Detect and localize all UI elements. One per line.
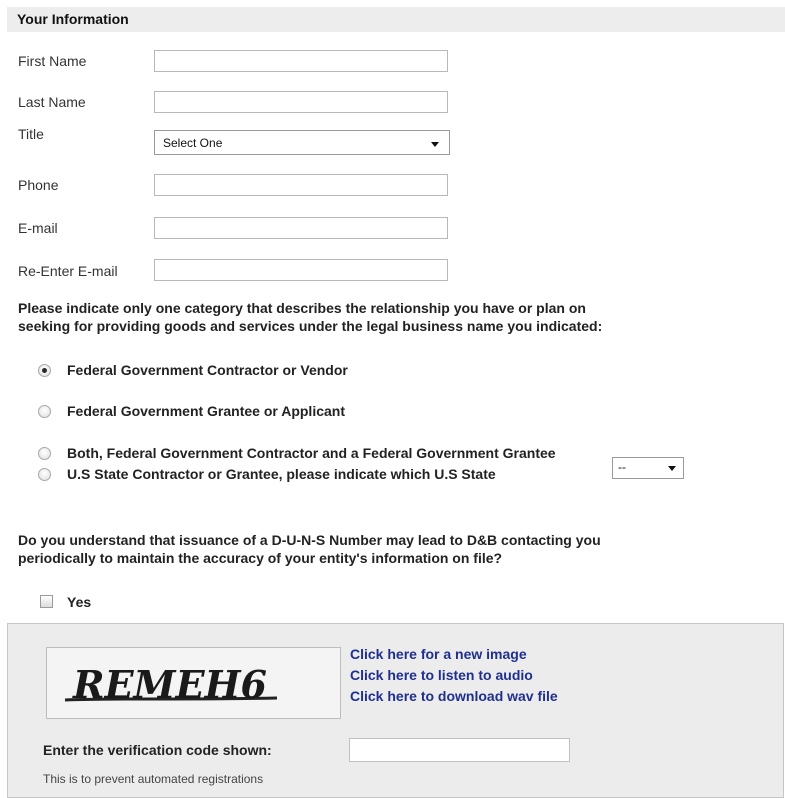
title-select-value: Select One (163, 136, 223, 150)
phone-label: Phone (18, 177, 59, 193)
last-name-input[interactable] (154, 91, 448, 113)
duns-question: Do you understand that issuance of a D-U… (18, 531, 778, 567)
category-question-line2: seeking for providing goods and services… (18, 318, 603, 334)
option-both-label: Both, Federal Government Contractor and … (67, 445, 556, 461)
option-contractor-label: Federal Government Contractor or Vendor (67, 362, 348, 378)
captcha-graphic: REMEH6 (64, 662, 278, 707)
yes-checkbox[interactable] (40, 595, 53, 608)
captcha-image: REMEH6 (46, 647, 341, 719)
new-image-link[interactable]: Click here for a new image (350, 646, 527, 662)
last-name-label: Last Name (18, 94, 86, 110)
phone-input[interactable] (154, 174, 448, 196)
radio-both[interactable] (38, 447, 51, 460)
section-header: Your Information (7, 7, 785, 32)
title-label: Title (18, 126, 44, 142)
option-grantee-label: Federal Government Grantee or Applicant (67, 403, 345, 419)
reenter-email-label: Re-Enter E-mail (18, 263, 118, 279)
category-question-line1: Please indicate only one category that d… (18, 300, 586, 316)
state-select-value: -- (618, 460, 626, 474)
verification-label: Enter the verification code shown: (43, 742, 272, 758)
duns-question-line1: Do you understand that issuance of a D-U… (18, 532, 601, 548)
download-wav-link[interactable]: Click here to download wav file (350, 688, 558, 704)
duns-question-line2: periodically to maintain the accuracy of… (18, 550, 503, 566)
category-question: Please indicate only one category that d… (18, 299, 778, 335)
title-select[interactable]: Select One (154, 130, 450, 155)
chevron-down-icon (431, 142, 439, 147)
first-name-label: First Name (18, 53, 87, 69)
option-state-label: U.S State Contractor or Grantee, please … (67, 466, 496, 482)
yes-label: Yes (67, 594, 92, 610)
email-input[interactable] (154, 217, 448, 239)
state-select[interactable]: -- (612, 457, 684, 479)
verification-input[interactable] (349, 738, 570, 762)
reenter-email-input[interactable] (154, 259, 448, 281)
email-label: E-mail (18, 220, 58, 236)
first-name-input[interactable] (154, 50, 448, 72)
section-title: Your Information (17, 11, 129, 27)
automation-note: This is to prevent automated registratio… (43, 772, 264, 786)
radio-grantee[interactable] (38, 405, 51, 418)
listen-audio-link[interactable]: Click here to listen to audio (350, 667, 533, 683)
radio-state[interactable] (38, 468, 51, 481)
chevron-down-icon (668, 466, 676, 471)
radio-contractor[interactable] (38, 364, 51, 377)
captcha-text: REMEH6 (72, 662, 267, 707)
